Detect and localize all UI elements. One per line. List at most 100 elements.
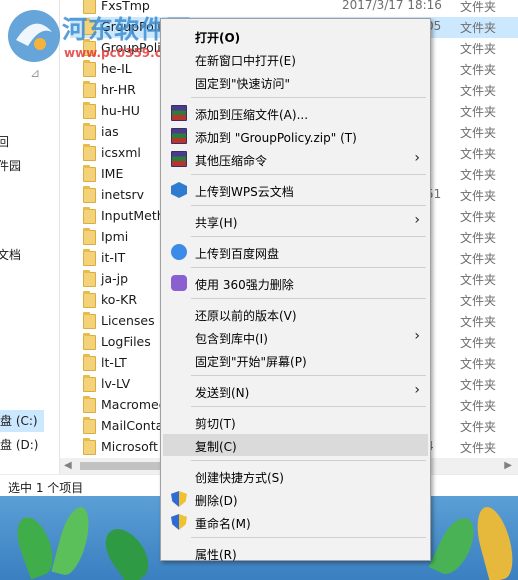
file-type: 文件夹 [460, 357, 497, 371]
file-type: 文件夹 [460, 210, 497, 224]
menu-item[interactable]: 添加到压缩文件(A)... [163, 102, 428, 124]
folder-icon [83, 228, 96, 245]
menu-separator [191, 236, 426, 237]
folder-icon [83, 417, 96, 434]
winrar-icon [171, 128, 187, 144]
menu-item-label: 添加到压缩文件(A)... [195, 108, 309, 122]
folder-icon [83, 18, 96, 35]
menu-item[interactable]: 还原以前的版本(V) [163, 303, 428, 325]
file-name: lv-LV [101, 376, 131, 391]
menu-item[interactable]: 使用 360强力删除 [163, 272, 428, 294]
menu-separator [191, 267, 426, 268]
file-name: lt-LT [101, 355, 127, 370]
scroll-left-icon[interactable]: ◀ [64, 460, 72, 471]
file-type: 文件夹 [460, 0, 497, 14]
file-name: ko-KR [101, 292, 138, 307]
menu-item-label: 打开(O) [195, 31, 241, 45]
menu-item-label: 在新窗口中打开(E) [195, 54, 296, 68]
file-type: 文件夹 [460, 231, 497, 245]
menu-item[interactable]: 上传到WPS云文档 [163, 179, 428, 201]
winrar-icon [171, 151, 187, 167]
menu-item[interactable]: 删除(D) [163, 488, 428, 510]
folder-icon [83, 354, 96, 371]
menu-item[interactable]: 属性(R) [163, 542, 428, 564]
menu-separator [191, 375, 426, 376]
file-type: 文件夹 [460, 399, 497, 413]
menu-item-label: 添加到 "GroupPolicy.zip" (T) [195, 131, 357, 145]
menu-item-label: 共享(H) [195, 216, 238, 230]
menu-item[interactable]: 固定到"快速访问" [163, 71, 428, 93]
folder-icon [83, 375, 96, 392]
status-text: 选中 1 个项目 [8, 481, 84, 495]
folder-icon [83, 312, 96, 329]
folder-icon [83, 102, 96, 119]
folder-icon [83, 39, 96, 56]
menu-item-label: 复制(C) [195, 440, 237, 454]
menu-item-label: 包含到库中(I) [195, 332, 268, 346]
menu-separator [191, 460, 426, 461]
folder-icon [83, 165, 96, 182]
folder-icon [83, 144, 96, 161]
submenu-arrow-icon: › [414, 150, 420, 166]
file-name: InputMeth [101, 208, 165, 223]
file-name: icsxml [101, 145, 141, 160]
file-name: it-IT [101, 250, 126, 265]
menu-item[interactable]: 复制(C) [163, 434, 428, 456]
submenu-arrow-icon: › [414, 382, 420, 398]
nav-item-partial[interactable]: 文档 [0, 246, 21, 263]
menu-separator [191, 174, 426, 175]
folder-icon [83, 0, 96, 14]
file-type: 文件夹 [460, 126, 497, 140]
file-type: 文件夹 [460, 147, 497, 161]
menu-item[interactable]: 在新窗口中打开(E) [163, 48, 428, 70]
menu-item[interactable]: 发送到(N) › [163, 380, 428, 402]
file-name: Microsoft [101, 439, 158, 454]
menu-item[interactable]: 重命名(M) [163, 511, 428, 533]
menu-item[interactable]: 固定到"开始"屏幕(P) [163, 349, 428, 371]
file-name: Macromed [101, 397, 167, 412]
folder-icon [83, 207, 96, 224]
file-type: 文件夹 [460, 336, 497, 350]
nav-item-partial[interactable]: 件园 [0, 157, 21, 174]
file-name: hr-HR [101, 82, 136, 97]
file-name: GroupPoli [101, 19, 161, 34]
scroll-right-icon[interactable]: ▶ [504, 460, 512, 471]
file-row[interactable]: FxsTmp 2017/3/17 18:16 文件夹 [70, 0, 518, 17]
menu-separator [191, 205, 426, 206]
navigation-pane: 回 件园 文档 ⊿ 盘 (C:) 盘 (D:) [0, 0, 60, 474]
nav-drive-c[interactable]: 盘 (C:) [0, 410, 44, 432]
folder-icon [83, 396, 96, 413]
menu-item[interactable]: 其他压缩命令 › [163, 148, 428, 170]
menu-item-label: 重命名(M) [195, 517, 251, 531]
menu-item-label: 删除(D) [195, 494, 238, 508]
menu-item[interactable]: 打开(O) [163, 25, 428, 47]
menu-item[interactable]: 剪切(T) [163, 411, 428, 433]
submenu-arrow-icon: › [414, 212, 420, 228]
menu-item[interactable]: 添加到 "GroupPolicy.zip" (T) [163, 125, 428, 147]
menu-item[interactable]: 创建快捷方式(S) [163, 465, 428, 487]
uac-shield-icon [171, 514, 187, 530]
folder-icon [83, 186, 96, 203]
nav-item-partial[interactable]: 回 [0, 133, 9, 150]
uac-shield-icon [171, 491, 187, 507]
file-name: GroupPoli [101, 40, 161, 55]
menu-separator [191, 406, 426, 407]
folder-icon [83, 333, 96, 350]
360-delete-icon [171, 275, 187, 291]
menu-item-label: 上传到WPS云文档 [195, 185, 294, 199]
menu-item-label: 创建快捷方式(S) [195, 471, 284, 485]
menu-item[interactable]: 包含到库中(I) › [163, 326, 428, 348]
file-type: 文件夹 [460, 315, 497, 329]
menu-item[interactable]: 上传到百度网盘 [163, 241, 428, 263]
menu-item-label: 还原以前的版本(V) [195, 309, 297, 323]
file-name: LogFiles [101, 334, 151, 349]
folder-icon [83, 249, 96, 266]
submenu-arrow-icon: › [414, 328, 420, 344]
file-type: 文件夹 [460, 63, 497, 77]
menu-item[interactable]: 共享(H) › [163, 210, 428, 232]
menu-item-label: 固定到"开始"屏幕(P) [195, 355, 307, 369]
file-type: 文件夹 [460, 252, 497, 266]
file-type: 文件夹 [460, 378, 497, 392]
menu-separator [191, 97, 426, 98]
nav-drive-d[interactable]: 盘 (D:) [0, 434, 44, 456]
